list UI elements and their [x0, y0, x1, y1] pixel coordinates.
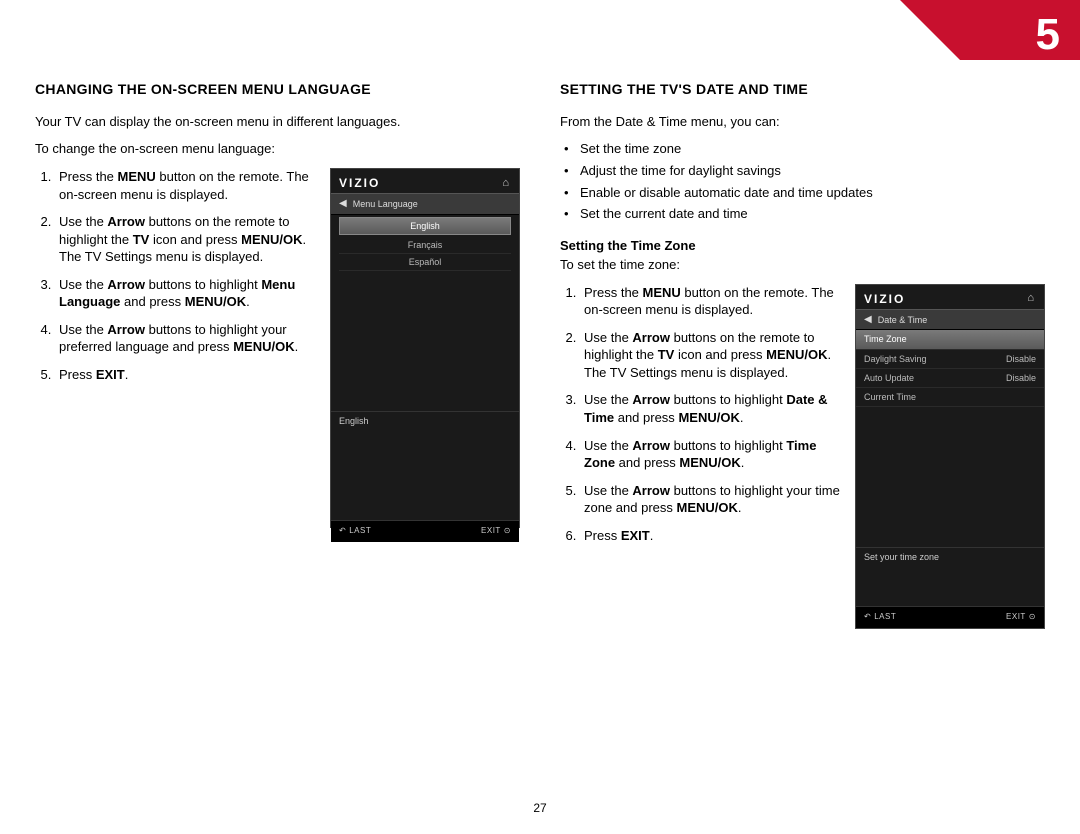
tv2-row-autoupdate: Auto Update Disable [856, 369, 1044, 388]
left-step-5: Press EXIT. [55, 366, 316, 384]
left-step-2: Use the Arrow buttons on the remote to h… [55, 213, 316, 266]
right-step-1: Press the MENU button on the remote. The… [580, 284, 841, 319]
bullet-4: Set the current date and time [580, 205, 1045, 223]
left-step-4: Use the Arrow buttons to highlight your … [55, 321, 316, 356]
left-intro-2: To change the on-screen menu language: [35, 140, 520, 158]
tv2-brand: VIZIO [864, 291, 905, 307]
tv1-option-francais: Français [339, 237, 511, 254]
back-arrow-icon: ◀ [339, 197, 347, 211]
bullet-3: Enable or disable automatic date and tim… [580, 184, 1045, 202]
tv1-option-espanol: Español [339, 254, 511, 271]
left-intro-1: Your TV can display the on-screen menu i… [35, 113, 520, 131]
chapter-tab: 5 [820, 0, 1080, 60]
left-column: CHANGING THE ON-SCREEN MENU LANGUAGE You… [35, 80, 520, 629]
right-step-3: Use the Arrow buttons to highlight Date … [580, 391, 841, 426]
last-icon: ↶ [339, 526, 346, 537]
right-subhead: Setting the Time Zone [560, 237, 1045, 255]
bullet-1: Set the time zone [580, 140, 1045, 158]
left-heading: CHANGING THE ON-SCREEN MENU LANGUAGE [35, 80, 520, 99]
right-step-4: Use the Arrow buttons to highlight Time … [580, 437, 841, 472]
tv-date-time-screenshot: VIZIO ⌂ ◀ Date & Time Time Zone Daylight… [855, 284, 1045, 629]
right-steps: Press the MENU button on the remote. The… [560, 284, 841, 545]
right-heading: SETTING THE TV'S DATE AND TIME [560, 80, 1045, 99]
tv2-last: LAST [874, 612, 896, 623]
last-icon: ↶ [864, 612, 871, 623]
right-bullets: Set the time zone Adjust the time for da… [560, 140, 1045, 222]
tv2-status: Set your time zone [856, 547, 1044, 566]
tv2-row-timezone: Time Zone [856, 330, 1044, 349]
tv1-exit: EXIT [481, 526, 501, 537]
right-intro: From the Date & Time menu, you can: [560, 113, 1045, 131]
tv1-option-english: English [339, 217, 511, 235]
left-step-1: Press the MENU button on the remote. The… [55, 168, 316, 203]
tv1-last: LAST [349, 526, 371, 537]
tv2-row-currenttime: Current Time [856, 388, 1044, 407]
home-icon: ⌂ [1027, 291, 1036, 306]
tv1-status: English [331, 411, 519, 430]
tv2-row-daylight: Daylight Saving Disable [856, 350, 1044, 369]
left-steps: Press the MENU button on the remote. The… [35, 168, 316, 383]
home-icon: ⌂ [502, 176, 511, 191]
tv2-exit: EXIT [1006, 612, 1026, 623]
right-step-5: Use the Arrow buttons to highlight your … [580, 482, 841, 517]
left-step-3: Use the Arrow buttons to highlight Menu … [55, 276, 316, 311]
bullet-2: Adjust the time for daylight savings [580, 162, 1045, 180]
tv-menu-language-screenshot: VIZIO ⌂ ◀ Menu Language English Français… [330, 168, 520, 528]
tv2-crumb: Date & Time [878, 314, 928, 326]
right-intro-2: To set the time zone: [560, 256, 1045, 274]
tv1-brand: VIZIO [339, 175, 380, 191]
page-number: 27 [0, 800, 1080, 816]
right-step-2: Use the Arrow buttons on the remote to h… [580, 329, 841, 382]
chapter-number: 5 [1036, 5, 1060, 64]
back-arrow-icon: ◀ [864, 313, 872, 327]
right-column: SETTING THE TV'S DATE AND TIME From the … [560, 80, 1045, 629]
tv1-crumb: Menu Language [353, 198, 418, 210]
exit-icon: ⊙ [504, 526, 511, 537]
exit-icon: ⊙ [1029, 612, 1036, 623]
right-step-6: Press EXIT. [580, 527, 841, 545]
